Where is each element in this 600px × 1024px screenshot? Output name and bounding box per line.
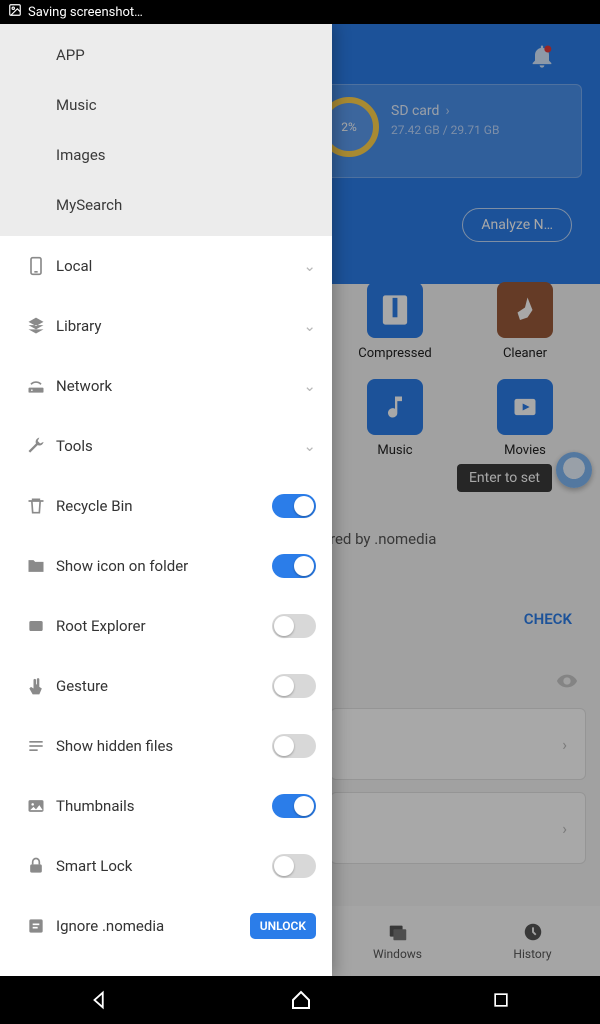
switch-smartlock[interactable] xyxy=(272,854,316,878)
file-icon xyxy=(16,916,56,936)
trash-icon xyxy=(16,496,56,516)
group-library[interactable]: Library ⌄ xyxy=(0,296,332,356)
setting-label: Ignore .nomedia xyxy=(56,917,250,935)
drawer-scrim[interactable] xyxy=(332,24,600,976)
group-label: Network xyxy=(56,377,303,395)
chevron-down-icon: ⌄ xyxy=(303,257,316,275)
group-local[interactable]: Local ⌄ xyxy=(0,236,332,296)
quick-app[interactable]: APP xyxy=(0,30,332,80)
switch-thumbnails[interactable] xyxy=(272,794,316,818)
group-label: Library xyxy=(56,317,303,335)
nav-drawer: APP Music Images MySearch Local ⌄ Librar… xyxy=(0,24,332,976)
list-icon xyxy=(16,736,56,756)
unlock-button[interactable]: UNLOCK xyxy=(250,913,316,939)
setting-smart-lock[interactable]: Smart Lock xyxy=(0,836,332,896)
setting-hidden-files[interactable]: Show hidden files xyxy=(0,716,332,776)
group-network[interactable]: Network ⌄ xyxy=(0,356,332,416)
status-text: Saving screenshot… xyxy=(28,5,143,20)
group-label: Local xyxy=(56,257,303,275)
setting-label: Show icon on folder xyxy=(56,557,272,575)
setting-label: Root Explorer xyxy=(56,617,272,635)
switch-root[interactable] xyxy=(272,614,316,638)
setting-thumbnails[interactable]: Thumbnails xyxy=(0,776,332,836)
chevron-down-icon: ⌄ xyxy=(303,317,316,335)
setting-ignore-nomedia[interactable]: Ignore .nomedia UNLOCK xyxy=(0,896,332,956)
quick-music[interactable]: Music xyxy=(0,80,332,130)
switch-gesture[interactable] xyxy=(272,674,316,698)
quick-mysearch[interactable]: MySearch xyxy=(0,180,332,230)
nav-home[interactable] xyxy=(289,988,313,1012)
setting-label: Thumbnails xyxy=(56,797,272,815)
setting-label: Show hidden files xyxy=(56,737,272,755)
chevron-down-icon: ⌄ xyxy=(303,437,316,455)
group-label: Tools xyxy=(56,437,303,455)
wrench-icon xyxy=(16,436,56,456)
network-icon xyxy=(16,376,56,396)
lock-icon xyxy=(16,856,56,876)
nav-back[interactable] xyxy=(89,989,111,1011)
folder-icon xyxy=(16,556,56,576)
layers-icon xyxy=(16,316,56,336)
android-navbar xyxy=(0,976,600,1024)
hand-icon xyxy=(16,676,56,696)
chevron-down-icon: ⌄ xyxy=(303,377,316,395)
phone-icon xyxy=(16,256,56,276)
nav-recent[interactable] xyxy=(491,990,511,1010)
image-icon xyxy=(16,796,56,816)
picture-icon xyxy=(8,3,22,21)
setting-show-icon[interactable]: Show icon on folder xyxy=(0,536,332,596)
setting-label: Smart Lock xyxy=(56,857,272,875)
setting-recycle-bin[interactable]: Recycle Bin xyxy=(0,476,332,536)
setting-root-explorer[interactable]: Root Explorer xyxy=(0,596,332,656)
setting-label: Recycle Bin xyxy=(56,497,272,515)
quick-images[interactable]: Images xyxy=(0,130,332,180)
setting-gesture[interactable]: Gesture xyxy=(0,656,332,716)
switch-hidden[interactable] xyxy=(272,734,316,758)
status-bar: Saving screenshot… xyxy=(0,0,600,24)
switch-recycle[interactable] xyxy=(272,494,316,518)
group-tools[interactable]: Tools ⌄ xyxy=(0,416,332,476)
switch-show-icon[interactable] xyxy=(272,554,316,578)
setting-label: Gesture xyxy=(56,677,272,695)
root-icon xyxy=(16,616,56,636)
drawer-quick-section: APP Music Images MySearch xyxy=(0,24,332,236)
